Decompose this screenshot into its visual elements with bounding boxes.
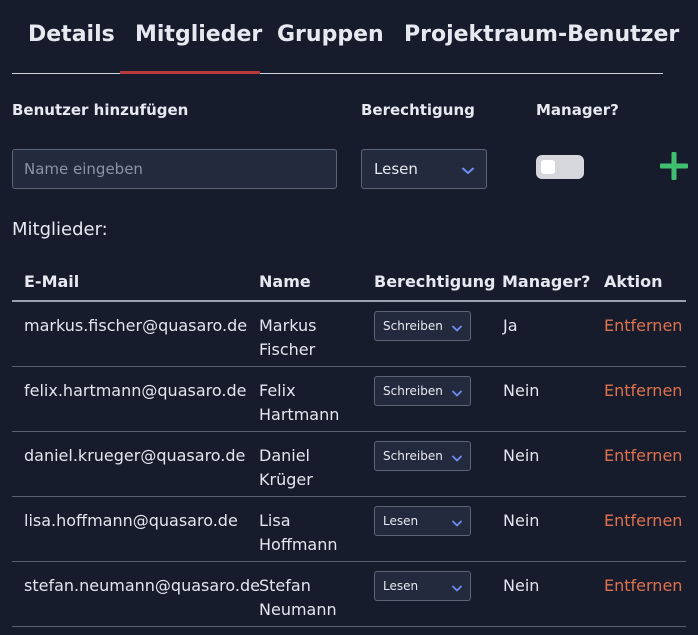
members-section-title: Mitglieder: [12, 219, 108, 240]
remove-member-link[interactable]: Entfernen [604, 314, 682, 338]
member-name: Daniel Krüger [259, 446, 313, 489]
member-manager: Nein [503, 381, 540, 400]
table-row: daniel.krueger@quasaro.de Daniel Krüger … [12, 432, 686, 497]
member-permission-select[interactable]: Schreiben [374, 441, 471, 471]
chevron-down-icon [452, 447, 462, 466]
member-name: Markus Fischer [259, 316, 317, 359]
tab-mitglieder[interactable]: Mitglieder [135, 22, 262, 47]
manager-label: Manager? [536, 101, 619, 119]
tab-gruppen[interactable]: Gruppen [277, 22, 384, 47]
member-manager: Ja [503, 316, 518, 335]
remove-member-link[interactable]: Entfernen [604, 444, 682, 468]
member-manager: Nein [503, 576, 540, 595]
permission-select-value: Lesen [374, 160, 418, 178]
manager-toggle[interactable] [536, 155, 584, 179]
chevron-down-icon [452, 382, 462, 401]
plus-icon [660, 152, 688, 180]
member-name: Felix Hartmann [259, 381, 340, 424]
chevron-down-icon [452, 512, 462, 531]
member-email: stefan.neumann@quasaro.de [24, 576, 260, 595]
chevron-down-icon [452, 577, 462, 596]
member-manager: Nein [503, 446, 540, 465]
tab-details[interactable]: Details [28, 22, 115, 47]
remove-member-link[interactable]: Entfernen [604, 574, 682, 598]
member-permission-value: Schreiben [383, 449, 443, 463]
permission-select[interactable]: Lesen [361, 149, 487, 189]
remove-member-link[interactable]: Entfernen [604, 379, 682, 403]
member-permission-value: Lesen [383, 579, 419, 593]
table-row: markus.fischer@quasaro.de Markus Fischer… [12, 302, 686, 367]
column-header-action: Aktion [604, 272, 663, 291]
member-email: markus.fischer@quasaro.de [24, 316, 248, 335]
table-row: felix.hartmann@quasaro.de Felix Hartmann… [12, 367, 686, 432]
column-header-manager: Manager? [502, 272, 591, 291]
member-email: lisa.hoffmann@quasaro.de [24, 511, 238, 530]
permission-label: Berechtigung [361, 101, 475, 119]
member-permission-value: Schreiben [383, 319, 443, 333]
member-permission-select[interactable]: Lesen [374, 571, 471, 601]
add-user-button[interactable] [658, 150, 690, 182]
active-tab-indicator [120, 71, 260, 74]
member-permission-value: Schreiben [383, 384, 443, 398]
member-manager: Nein [503, 511, 540, 530]
member-permission-value: Lesen [383, 514, 419, 528]
tab-bar: Details Mitglieder Gruppen Projektraum-B… [12, 0, 679, 74]
column-header-email: E-Mail [24, 272, 80, 291]
remove-member-link[interactable]: Entfernen [604, 509, 682, 533]
chevron-down-icon [452, 317, 462, 336]
member-email: felix.hartmann@quasaro.de [24, 381, 247, 400]
member-permission-select[interactable]: Schreiben [374, 376, 471, 406]
name-input[interactable] [12, 149, 337, 189]
column-header-permission: Berechtigung [374, 272, 496, 291]
member-permission-select[interactable]: Lesen [374, 506, 471, 536]
table-row: lisa.hoffmann@quasaro.de Lisa Hoffmann L… [12, 497, 686, 562]
members-table-header: E-Mail Name Berechtigung Manager? Aktion [12, 260, 686, 302]
tab-projektraum-benutzer[interactable]: Projektraum-Benutzer [404, 22, 679, 47]
member-permission-select[interactable]: Schreiben [374, 311, 471, 341]
column-header-name: Name [259, 272, 311, 291]
member-name: Lisa Hoffmann [259, 511, 338, 554]
member-name: Stefan Neumann [259, 576, 337, 619]
add-user-label: Benutzer hinzufügen [12, 101, 189, 119]
toggle-knob [541, 160, 555, 174]
member-email: daniel.krueger@quasaro.de [24, 446, 246, 465]
chevron-down-icon [462, 160, 474, 179]
table-row: stefan.neumann@quasaro.de Stefan Neumann… [12, 562, 686, 627]
